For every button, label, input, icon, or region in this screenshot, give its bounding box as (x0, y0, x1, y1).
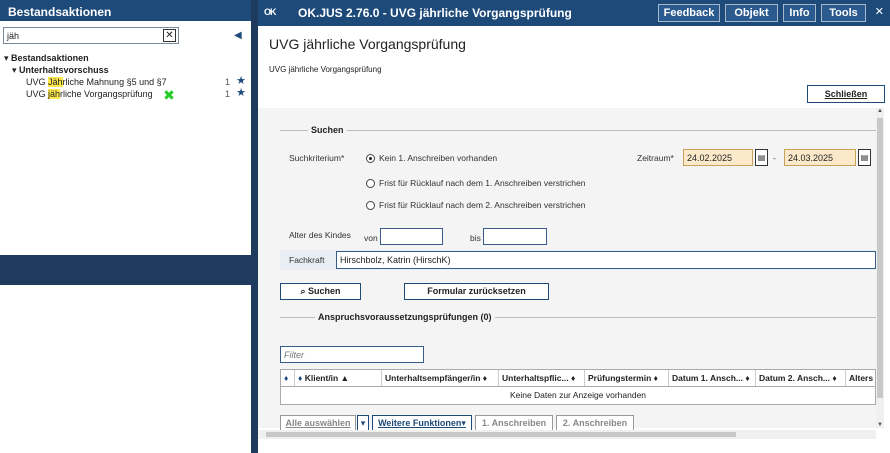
bis-label: bis (470, 233, 481, 243)
tools-button[interactable]: Tools (821, 4, 866, 22)
scroll-up-icon[interactable]: ▲ (877, 108, 883, 114)
tree-search-value: jäh (7, 31, 20, 41)
tree-search-input[interactable]: jäh ✕ (3, 27, 179, 44)
suchkriterium-label: Suchkriterium* (289, 153, 345, 163)
expand-icon: ▾ (4, 53, 9, 63)
left-panel-title: Bestandsaktionen (0, 0, 251, 23)
select-column-icon[interactable]: ♦ (281, 370, 295, 386)
tree-item-vorgangspruefung[interactable]: UVG jährliche Vorgangsprüfung ✖ 1 ★ (4, 86, 248, 103)
horizontal-scrollbar[interactable] (258, 430, 876, 439)
divider (280, 130, 876, 131)
age-from-input[interactable] (380, 228, 443, 245)
calendar-icon[interactable]: ▤ (755, 149, 768, 166)
col-datum-2[interactable]: Datum 2. Ansch... ♦ (756, 370, 846, 386)
col-datum-1[interactable]: Datum 1. Ansch... ♦ (669, 370, 756, 386)
suchen-button[interactable]: ⌕ Suchen (280, 283, 361, 300)
col-unterhaltsempfaenger[interactable]: Unterhaltsempfänger/in ♦ (382, 370, 499, 386)
search-icon: ⌕ (300, 286, 306, 296)
scroll-thumb[interactable] (877, 118, 883, 398)
app-title: OK.JUS 2.76.0 - UVG jährliche Vorgangspr… (298, 6, 572, 20)
results-legend: Anspruchsvoraussetzungsprüfungen (0) (315, 312, 495, 322)
panel-divider (0, 255, 251, 285)
fachkraft-label: Fachkraft (289, 255, 325, 265)
date-from-input[interactable]: 24.02.2025 (683, 149, 753, 166)
feedback-button[interactable]: Feedback (658, 4, 720, 22)
von-label: von (364, 233, 378, 243)
clear-search-button[interactable]: ✕ (163, 29, 176, 42)
radio-option-3-label[interactable]: Frist für Rücklauf nach dem 2. Anschreib… (379, 200, 585, 210)
date-to-input[interactable]: 24.03.2025 (784, 149, 856, 166)
table-header: ♦ ♦ Klient/in ▲ Unterhaltsempfänger/in ♦… (280, 369, 876, 387)
app-topbar: OK OK.JUS 2.76.0 - UVG jährliche Vorgang… (258, 0, 890, 26)
date-separator: - (773, 153, 776, 163)
col-unterhaltspflichtige[interactable]: Unterhaltspflic... ♦ (499, 370, 585, 386)
tree-node-unterhaltsvorschuss[interactable]: ▾ Unterhaltsvorschuss (4, 64, 248, 76)
expand-icon: ▾ (12, 65, 17, 75)
empty-table-message: Keine Daten zur Anzeige vorhanden (280, 387, 876, 405)
fachkraft-row: Fachkraft Hirschbolz, Katrin (HirschK) (280, 250, 876, 270)
page-title: UVG jährliche Vorgangsprüfung (269, 36, 466, 52)
left-panel: Bestandsaktionen jäh ✕ ◀ ▾ Bestandsaktio… (0, 0, 251, 453)
col-alter[interactable]: Alters (846, 370, 876, 386)
objekt-button[interactable]: Objekt (725, 4, 778, 22)
main-window: OK OK.JUS 2.76.0 - UVG jährliche Vorgang… (258, 0, 890, 453)
scroll-thumb[interactable] (266, 432, 736, 437)
col-klient[interactable]: ♦ Klient/in ▲ (295, 370, 382, 386)
radio-option-1[interactable] (366, 154, 375, 163)
filter-input[interactable]: Filter (280, 346, 424, 363)
info-button[interactable]: Info (783, 4, 816, 22)
breadcrumb: UVG jährliche Vorgangsprüfung (269, 65, 382, 74)
cursor-marker-icon: ✖ (163, 86, 175, 103)
calendar-icon[interactable]: ▤ (858, 149, 871, 166)
radio-option-2[interactable] (366, 179, 375, 188)
favorite-star-icon[interactable]: ★ (236, 75, 246, 87)
radio-option-1-label[interactable]: Kein 1. Anschreiben vorhanden (379, 153, 497, 163)
reset-form-button[interactable]: Formular zurücksetzen (404, 283, 549, 300)
search-legend: Suchen (308, 125, 347, 135)
search-highlight: Jäh (48, 77, 63, 87)
col-pruefungstermin[interactable]: Prüfungstermin ♦ (585, 370, 669, 386)
item-count: 1 (224, 89, 230, 99)
radio-option-2-label[interactable]: Frist für Rücklauf nach dem 1. Anschreib… (379, 178, 585, 188)
scroll-down-icon[interactable]: ▼ (877, 422, 883, 428)
tree-item-mahnung[interactable]: UVG Jährliche Mahnung §5 und §7 1 ★ (4, 75, 248, 88)
vertical-scrollbar[interactable]: ▲ ▼ (876, 108, 884, 428)
close-window-icon[interactable]: ✕ (875, 5, 884, 18)
search-highlight: jäh (48, 89, 61, 99)
item-count: 1 (224, 77, 230, 87)
app-logo-icon: OK (264, 7, 276, 17)
zeitraum-label: Zeitraum* (637, 153, 674, 163)
age-to-input[interactable] (483, 228, 547, 245)
tree: ▾ Bestandsaktionen ▾ Unterhaltsvorschuss… (4, 52, 248, 103)
tree-node-bestandsaktionen[interactable]: ▾ Bestandsaktionen (4, 52, 248, 64)
fachkraft-field[interactable]: Hirschbolz, Katrin (HirschK) (336, 251, 876, 269)
favorite-star-icon[interactable]: ★ (236, 87, 246, 99)
collapse-panel-icon[interactable]: ◀ (234, 30, 242, 41)
radio-option-3[interactable] (366, 201, 375, 210)
schliessen-button[interactable]: Schließen (807, 85, 885, 103)
alter-label: Alter des Kindes (289, 230, 351, 240)
